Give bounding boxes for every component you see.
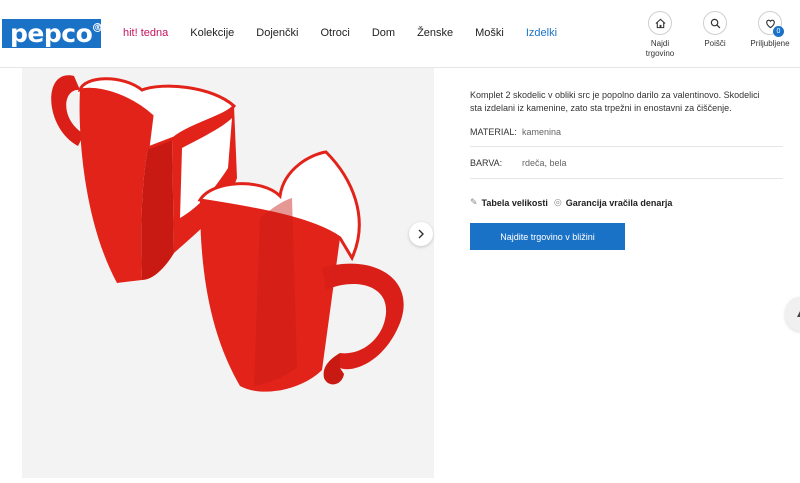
color-row: BARVA: rdeča, bela <box>470 158 783 168</box>
nav-hit-tedna[interactable]: hit! tedna <box>123 27 168 39</box>
heart-mugs-image <box>51 75 404 392</box>
nav-zenske[interactable]: Ženske <box>417 27 453 39</box>
favorites-count-badge: 0 <box>773 26 784 37</box>
find-store-nearby-button[interactable]: Najdite trgovino v bližini <box>470 223 625 250</box>
find-store-button[interactable]: Najdi trgovino <box>640 11 680 59</box>
material-value: kamenina <box>522 127 562 137</box>
pepco-logo[interactable]: pepco ® <box>2 19 103 48</box>
nav-kolekcije[interactable]: Kolekcije <box>190 27 234 39</box>
divider <box>470 146 783 147</box>
side-scroll-button[interactable]: ▲ <box>785 297 800 331</box>
gallery-next-button[interactable] <box>409 222 433 246</box>
nav-moski[interactable]: Moški <box>475 27 504 39</box>
divider <box>470 178 783 179</box>
size-table-link[interactable]: Tabela velikosti <box>482 198 548 208</box>
product-image[interactable] <box>22 68 434 478</box>
info-links: ✎ Tabela velikosti ◎ Garancija vračila d… <box>470 197 672 208</box>
ruler-icon: ✎ <box>470 197 478 207</box>
main-nav: hit! tedna Kolekcije Dojenčki Otroci Dom… <box>123 27 579 39</box>
color-label: BARVA: <box>470 158 503 168</box>
heart-icon: 0 <box>758 11 784 37</box>
chevron-up-icon: ▲ <box>795 308 800 320</box>
product-description: Komplet 2 skodelic v obliki src je popol… <box>470 90 760 113</box>
site-header: pepco ® hit! tedna Kolekcije Dojenčki Otr… <box>0 0 800 68</box>
favorites-button[interactable]: 0 Priljubljene <box>748 11 792 49</box>
shield-icon: ◎ <box>553 197 562 207</box>
color-value: rdeča, bela <box>522 158 567 168</box>
search-icon <box>703 11 727 35</box>
nav-otroci[interactable]: Otroci <box>320 27 349 39</box>
money-back-link[interactable]: Garancija vračila denarja <box>566 198 673 208</box>
material-label: MATERIAL: <box>470 127 517 137</box>
search-button[interactable]: Poišči <box>697 11 733 49</box>
material-row: MATERIAL: kamenina <box>470 127 783 137</box>
chevron-right-icon <box>418 229 424 239</box>
nav-izdelki[interactable]: Izdelki <box>526 27 557 39</box>
nav-dojencki[interactable]: Dojenčki <box>256 27 298 39</box>
nav-dom[interactable]: Dom <box>372 27 395 39</box>
home-icon <box>648 11 672 35</box>
